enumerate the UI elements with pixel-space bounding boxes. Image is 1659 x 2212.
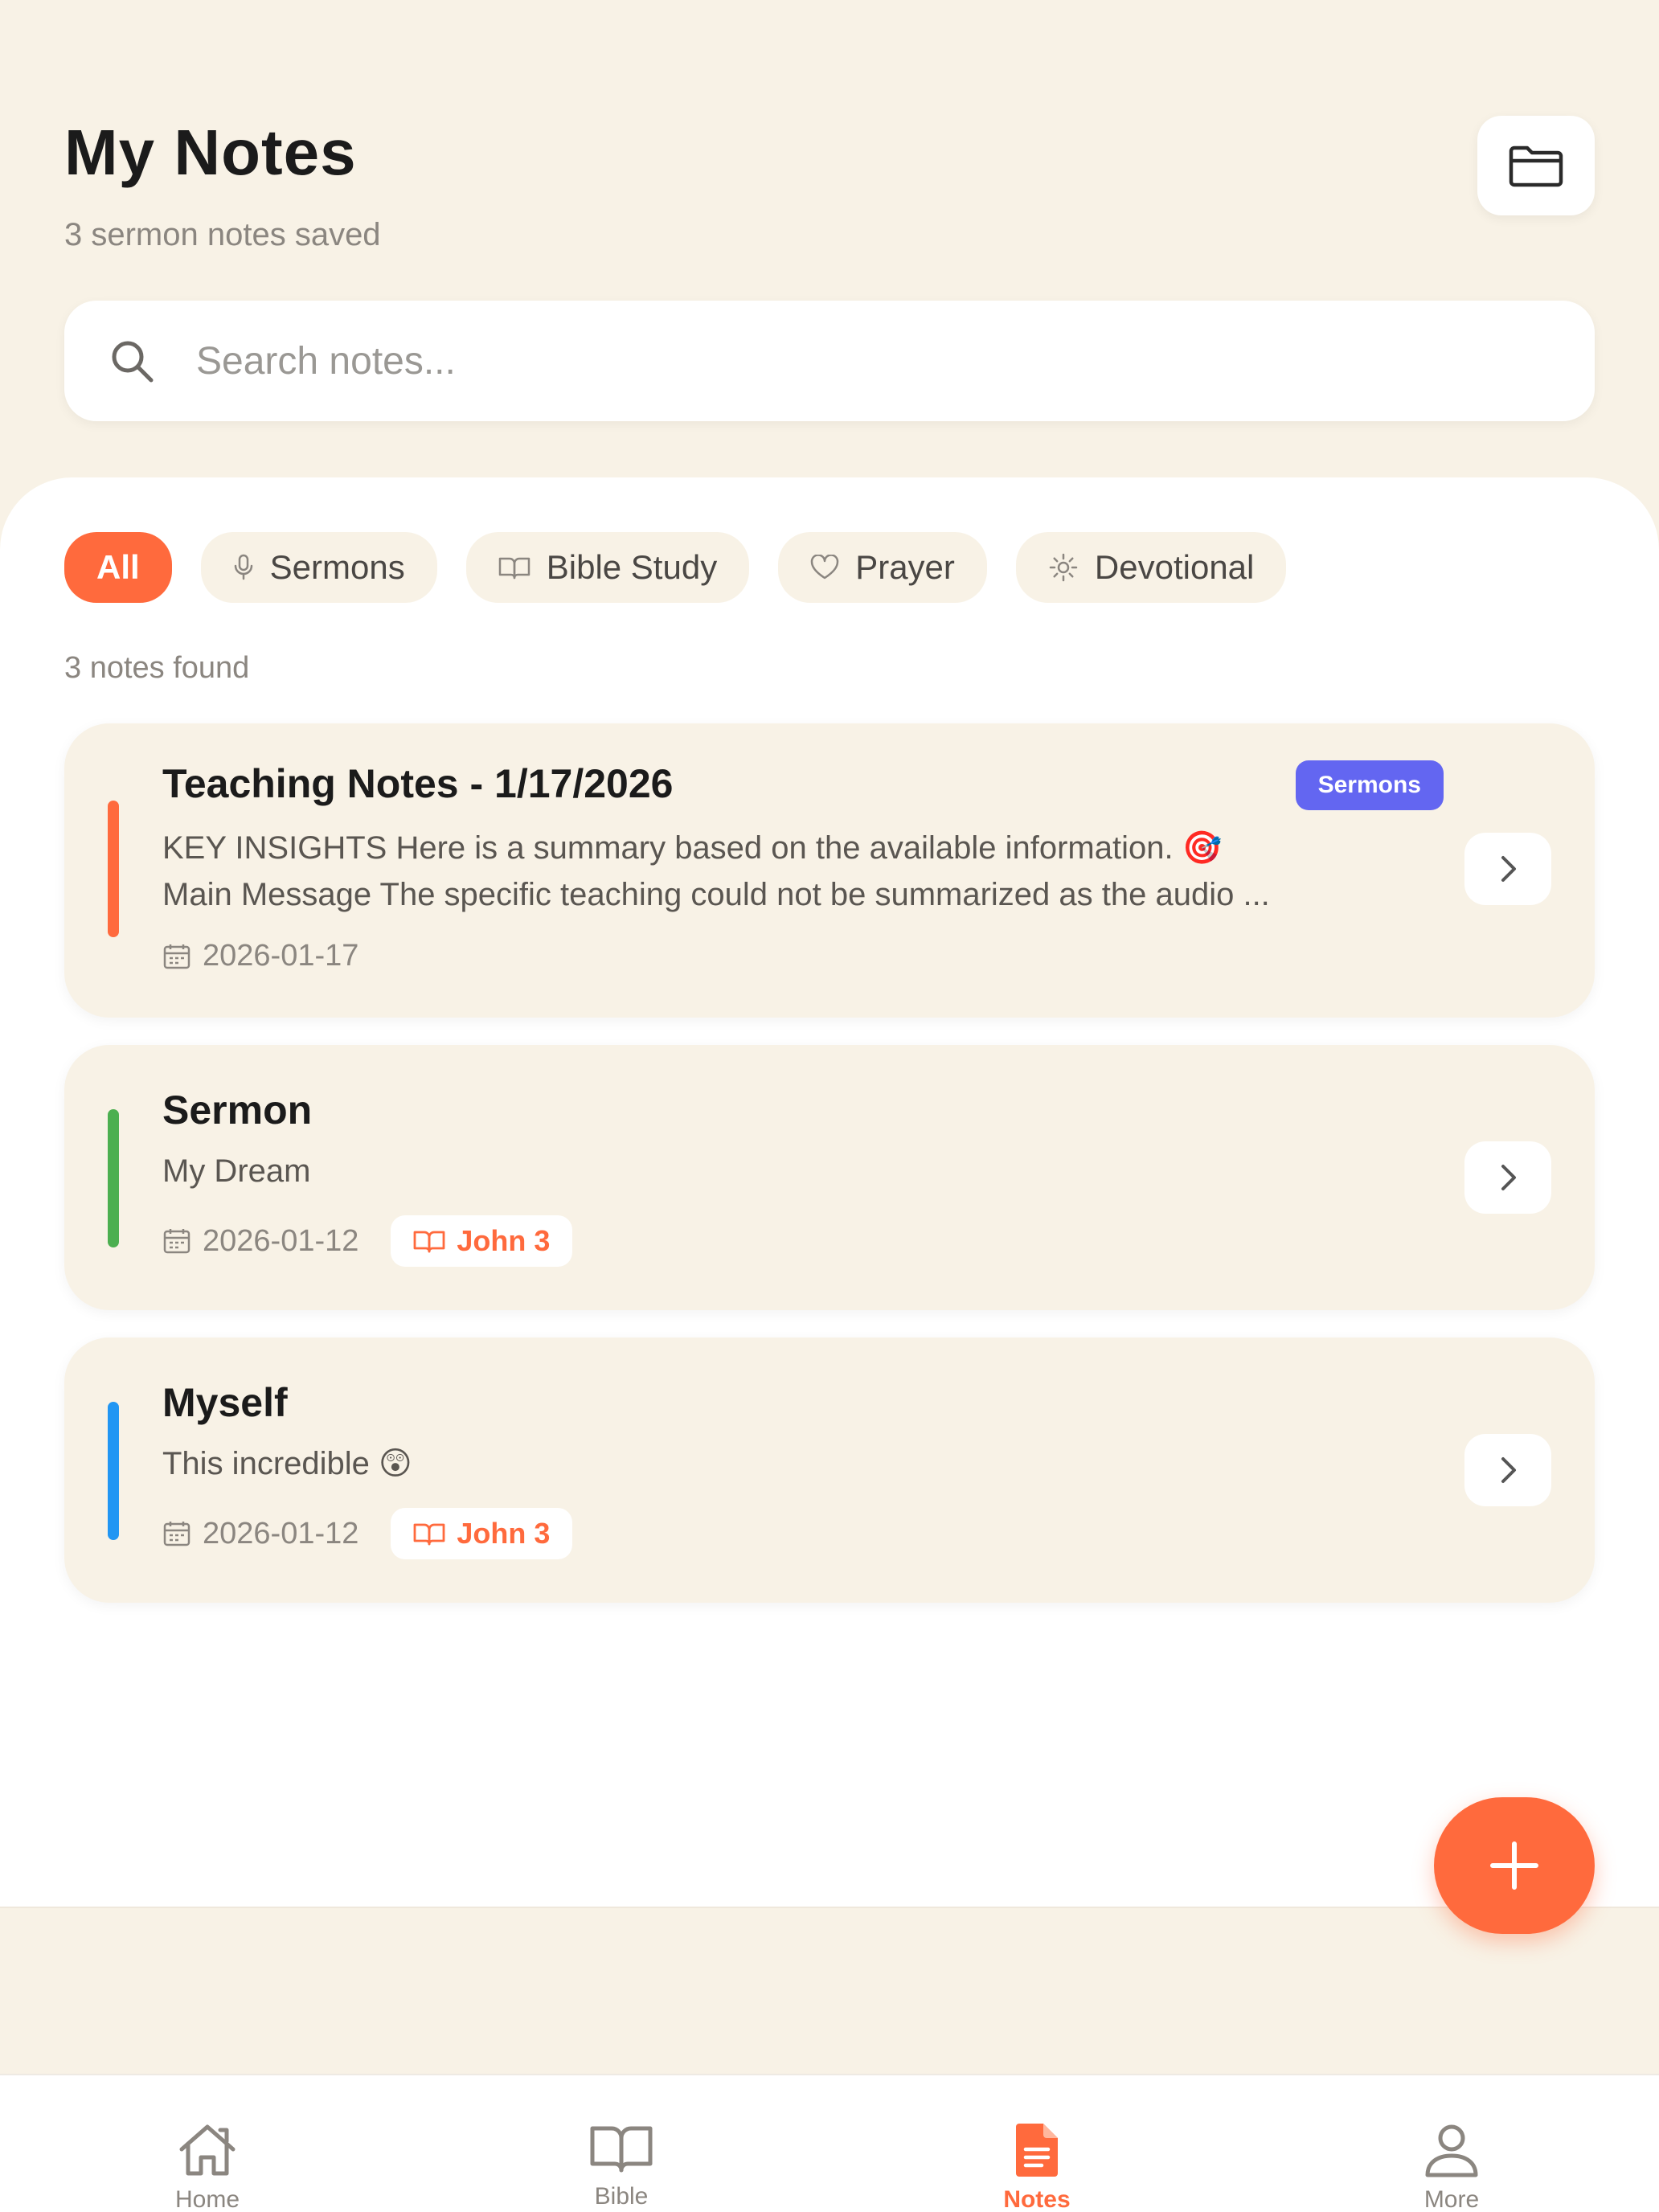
note-preview-line: My Dream — [162, 1153, 311, 1189]
page-title: My Notes — [64, 117, 357, 188]
note-date: 2026-01-12 — [162, 1224, 358, 1259]
nav-item-home[interactable]: Home — [127, 2075, 288, 2212]
note-preview: This incredible 😲 — [162, 1440, 412, 1487]
note-title: Myself — [162, 1380, 288, 1425]
note-preview-line: This incredible 😲 — [162, 1446, 412, 1481]
add-note-button[interactable] — [1434, 1797, 1595, 1934]
open-note-button[interactable] — [1464, 833, 1551, 905]
user-icon — [1425, 2124, 1478, 2177]
folder-icon — [1509, 145, 1563, 187]
filter-chip-bible-study[interactable]: Bible Study — [465, 532, 750, 603]
bottom-navigation: Home Bible Notes More — [0, 2074, 1659, 2212]
book-open-icon — [413, 1523, 445, 1546]
book-open-icon — [413, 1231, 445, 1253]
filter-chip-label: Bible Study — [546, 548, 718, 586]
note-preview-line: Main Message The specific teaching could… — [162, 877, 1270, 912]
filter-chip-all[interactable]: All — [64, 532, 172, 603]
scripture-reference-text: John 3 — [457, 1224, 551, 1257]
category-badge: Sermons — [1295, 760, 1444, 810]
filter-chip-sermons[interactable]: Sermons — [200, 532, 437, 603]
note-date: 2026-01-12 — [162, 1517, 358, 1551]
note-title: Sermon — [162, 1088, 313, 1133]
note-meta: 2026-01-12 John 3 — [162, 1215, 573, 1267]
plus-icon — [1490, 1841, 1538, 1890]
filter-chip-devotional[interactable]: Devotional — [1015, 532, 1287, 603]
note-meta: 2026-01-17 — [162, 939, 358, 973]
book-icon — [590, 2126, 653, 2173]
scripture-reference-badge[interactable]: John 3 — [391, 1215, 573, 1267]
nav-item-more[interactable]: More — [1371, 2075, 1532, 2212]
nav-label: Bible — [594, 2183, 649, 2210]
search-bar[interactable] — [64, 301, 1595, 421]
note-date-text: 2026-01-17 — [203, 939, 359, 973]
note-preview: My Dream — [162, 1148, 310, 1194]
nav-label: Notes — [1003, 2186, 1071, 2212]
note-card[interactable]: Myself This incredible 😲 2026-01-12 John… — [64, 1337, 1595, 1603]
scripture-reference-text: John 3 — [457, 1517, 551, 1550]
sun-icon — [1049, 553, 1078, 582]
note-date-text: 2026-01-12 — [203, 1516, 359, 1550]
nav-item-bible[interactable]: Bible — [541, 2075, 702, 2212]
search-input[interactable] — [196, 338, 1402, 383]
nav-label: More — [1423, 2186, 1480, 2212]
note-card[interactable]: Sermon My Dream 2026-01-12 John 3 — [64, 1045, 1595, 1310]
calendar-icon — [163, 1229, 190, 1254]
filter-chip-prayer[interactable]: Prayer — [778, 532, 987, 603]
calendar-icon — [163, 944, 190, 969]
notes-panel: All Sermons Bible Study Prayer Devotiona… — [0, 477, 1659, 1908]
nav-item-notes[interactable]: Notes — [956, 2075, 1117, 2212]
note-preview: KEY INSIGHTS Here is a summary based on … — [162, 825, 1270, 918]
results-count: 3 notes found — [64, 651, 250, 685]
open-note-button[interactable] — [1464, 1434, 1551, 1506]
nav-label: Home — [174, 2186, 240, 2212]
folder-button[interactable] — [1477, 116, 1595, 215]
heart-icon — [810, 555, 839, 580]
scripture-reference-badge[interactable]: John 3 — [391, 1508, 573, 1559]
filter-chip-label: All — [96, 548, 140, 586]
filter-chips: All Sermons Bible Study Prayer Devotiona… — [64, 532, 1287, 603]
card-accent-bar — [108, 801, 119, 937]
home-icon — [179, 2124, 236, 2176]
filter-chip-label: Devotional — [1094, 548, 1255, 586]
notes-icon — [1016, 2124, 1058, 2177]
note-preview-line: KEY INSIGHTS Here is a summary based on … — [162, 830, 1223, 866]
chevron-right-icon — [1501, 1165, 1516, 1190]
note-title: Teaching Notes - 1/17/2026 — [162, 761, 674, 806]
header: My Notes 3 sermon notes saved — [64, 116, 1595, 257]
open-note-button[interactable] — [1464, 1141, 1551, 1214]
note-date: 2026-01-17 — [162, 939, 358, 973]
card-accent-bar — [108, 1402, 119, 1540]
chevron-right-icon — [1501, 1457, 1516, 1483]
note-card[interactable]: Teaching Notes - 1/17/2026 Sermons KEY I… — [64, 723, 1595, 1018]
page-subtitle: 3 sermon notes saved — [64, 217, 381, 252]
chevron-right-icon — [1501, 856, 1516, 882]
search-icon — [109, 338, 154, 383]
calendar-icon — [163, 1522, 190, 1546]
card-accent-bar — [108, 1109, 119, 1247]
microphone-icon — [234, 554, 252, 580]
book-open-icon — [498, 557, 530, 580]
note-meta: 2026-01-12 John 3 — [162, 1508, 573, 1559]
filter-chip-label: Prayer — [855, 548, 955, 586]
filter-chip-label: Sermons — [269, 548, 405, 586]
note-date-text: 2026-01-12 — [203, 1223, 359, 1258]
